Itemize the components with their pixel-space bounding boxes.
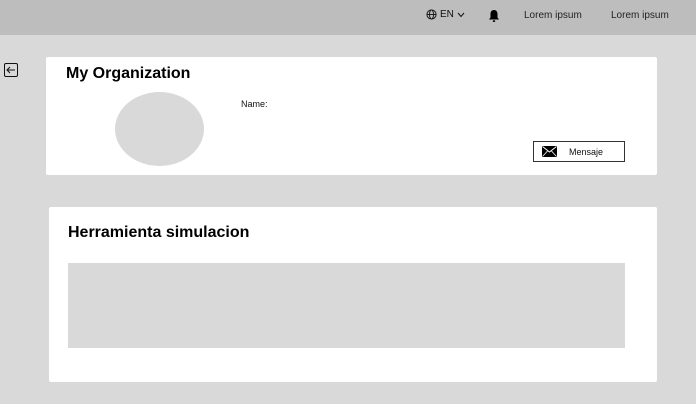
language-label: EN (440, 9, 454, 20)
chevron-down-icon (457, 12, 465, 17)
envelope-icon (542, 146, 557, 157)
top-bar: EN Lorem ipsum Lorem ipsum (0, 0, 696, 35)
name-label: Name: (241, 99, 268, 109)
bell-icon (489, 10, 499, 22)
message-button-label: Mensaje (569, 146, 604, 157)
simulation-title: Herramienta simulacion (68, 224, 250, 241)
nav-link-2[interactable]: Lorem ipsum (611, 10, 669, 21)
back-button[interactable] (4, 63, 18, 77)
nav-link-1[interactable]: Lorem ipsum (524, 10, 582, 21)
globe-icon (426, 9, 437, 20)
simulation-placeholder (68, 263, 625, 348)
organization-card: My Organization Name: Mensaje (46, 57, 657, 175)
message-button[interactable]: Mensaje (533, 141, 625, 162)
simulation-card: Herramienta simulacion (49, 207, 657, 382)
notifications-button[interactable] (488, 9, 500, 28)
avatar (115, 92, 204, 166)
organization-title: My Organization (66, 65, 191, 82)
arrow-left-icon (6, 66, 15, 74)
language-selector[interactable]: EN (426, 9, 465, 20)
